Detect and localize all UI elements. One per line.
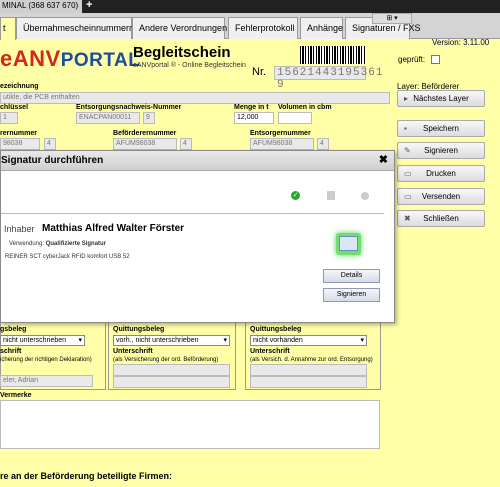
unterschrift-1-label: schrift	[0, 348, 22, 355]
verwendung-text: Verwendung: Qualifizierte Signatur	[9, 241, 107, 247]
quittung-2-label: Quittungsbeleg	[113, 326, 165, 333]
step-pending-dot-icon	[361, 192, 369, 200]
dialog-close-icon[interactable]: ✖	[379, 153, 388, 166]
unterschrift-2-label: Unterschrift	[113, 348, 153, 355]
befoerderernummer-check-field[interactable]: 4	[180, 138, 192, 150]
menge-field[interactable]: 12,000	[234, 112, 274, 124]
unterschrift-3-label: Unterschrift	[250, 348, 290, 355]
number-label: Nr.	[252, 66, 267, 78]
unterschrift-3-field-extra[interactable]	[250, 376, 367, 388]
chevron-down-icon: ▾	[360, 337, 364, 344]
entsorgungsnachweis-check-field[interactable]: 9	[143, 112, 155, 124]
unterschrift-1-note: icherung der richtigen Deklaration)	[0, 357, 92, 363]
dialog-divider	[1, 213, 384, 214]
save-icon: ▪	[404, 124, 407, 133]
printer-icon: ▭	[404, 169, 412, 178]
layer-icon: ▸	[404, 94, 409, 103]
quittung-1-label: gsbeleg	[0, 326, 27, 333]
unterschrift-3-field[interactable]	[250, 364, 367, 376]
erzeugernummer-check-field[interactable]: 4	[44, 138, 56, 150]
barcode-image	[300, 46, 366, 64]
browser-tab[interactable]: MINAL (368 637 670)	[0, 0, 82, 13]
sign-button[interactable]: ✎ Signieren	[397, 142, 485, 159]
print-button[interactable]: ▭ Drucken	[397, 165, 485, 182]
schluessel-field[interactable]: 1	[0, 112, 18, 124]
sign-dialog-button[interactable]: Signieren	[323, 288, 380, 302]
page-subtitle: eANVportal ® - Online Begleitschein	[133, 62, 246, 69]
firms-label: re an der Beförderung beteiligte Firmen:	[0, 471, 173, 481]
schluessel-label: chlüssel	[0, 104, 29, 111]
bezeichnung-field[interactable]: utikle, die PCB enthalten	[0, 92, 390, 104]
unterschrift-1-field[interactable]: eler, Adrian	[0, 375, 93, 387]
tab-fehlerprotokoll[interactable]: Fehlerprotokoll	[228, 17, 298, 39]
new-tab-button[interactable]: +	[86, 0, 92, 11]
unterschrift-3-note: (als Versich. d. Annahme zur ord. Entsor…	[250, 357, 373, 363]
quittung-3-select[interactable]: nicht vorhanden ▾	[250, 335, 367, 346]
step-pending-icon	[327, 191, 335, 200]
unterschrift-2-field[interactable]	[113, 364, 230, 376]
eanv-portal-logo: eANVPORTAL	[0, 46, 141, 71]
entsorgernummer-label: Entsorgernummer	[250, 130, 311, 137]
tab-uebernahmescheinnummern[interactable]: Übernahmescheinnummern	[16, 17, 134, 39]
entsorgungsnachweis-label: Entsorgungsnachweis-Nummer	[76, 104, 182, 111]
quittung-3-label: Quittungsbeleg	[250, 326, 302, 333]
signature-dialog: Signatur durchführen ✖ ✓ Inhaber Matthia…	[0, 150, 395, 323]
quittung-1-select[interactable]: nicht unterschrieben ▾	[0, 335, 85, 346]
page-title: Begleitschein	[133, 44, 231, 61]
details-button[interactable]: Details	[323, 269, 380, 283]
volumen-field[interactable]	[278, 112, 312, 124]
vermerke-label: Vermerke	[0, 392, 32, 399]
send-button[interactable]: ▭ Versenden	[397, 188, 485, 205]
inhaber-name: Matthias Alfred Walter Förster	[42, 223, 185, 234]
entsorgungsnachweis-field[interactable]: ENACPAN00011	[76, 112, 140, 124]
chevron-down-icon: ▾	[223, 337, 227, 344]
menge-label: Menge in t	[234, 104, 269, 111]
befoerderernummer-label: Beförderernummer	[113, 130, 177, 137]
inhaber-label: Inhaber	[4, 224, 35, 234]
vermerke-textarea[interactable]	[0, 400, 380, 449]
step-complete-icon: ✓	[291, 191, 300, 200]
window-controls[interactable]: ⊞ ▾	[372, 13, 412, 24]
version-label: Version: 3.11.00	[432, 38, 490, 47]
unterschrift-2-field-extra[interactable]	[113, 376, 230, 388]
bezeichnung-label: ezeichnung	[0, 83, 39, 90]
volumen-label: Volumen in cbm	[278, 104, 332, 111]
tab-andere-verordnungen[interactable]: Andere Verordnungen	[132, 17, 227, 39]
tab-anhaenge[interactable]: Anhänge	[300, 17, 343, 39]
erzeugernummer-field[interactable]: 98038	[0, 138, 40, 150]
signature-card-icon	[336, 233, 361, 255]
geprueft-label: geprüft:	[398, 55, 426, 64]
entsorgernummer-field[interactable]: AFUM98038	[250, 138, 314, 150]
chevron-down-icon: ▾	[78, 337, 82, 344]
erzeugernummer-label: rernummer	[0, 130, 37, 137]
close-button[interactable]: ✖ Schließen	[397, 210, 485, 227]
document-number-field: 15621443195361 9	[274, 66, 382, 91]
next-layer-button[interactable]: ▸ Nächstes Layer	[397, 90, 485, 107]
tab-begleitschein[interactable]: t	[0, 17, 16, 40]
save-button[interactable]: ▪ Speichern	[397, 120, 485, 137]
entsorgernummer-check-field[interactable]: 4	[317, 138, 329, 150]
pen-icon: ✎	[404, 146, 411, 155]
befoerderernummer-field[interactable]: AFUM98038	[113, 138, 177, 150]
dialog-header: Signatur durchführen	[1, 151, 394, 171]
card-reader-text: REINER SCT cyberJack RFID komfort USB 52	[5, 254, 130, 260]
close-icon: ✖	[404, 214, 411, 223]
unterschrift-2-note: (als Versicherung der ord. Beförderung)	[113, 357, 219, 363]
send-icon: ▭	[404, 192, 412, 201]
geprueft-checkbox[interactable]	[431, 55, 440, 64]
quittung-2-select[interactable]: vorh., nicht unterschrieben ▾	[113, 335, 230, 346]
dialog-title: Signatur durchführen	[1, 155, 104, 166]
